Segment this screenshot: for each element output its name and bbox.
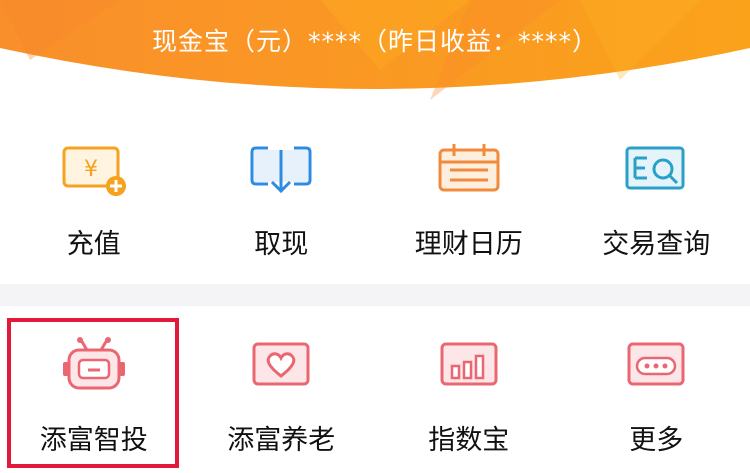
section-divider (0, 284, 750, 306)
quick-actions-row-1: ¥ 充值 取现 理财日历 交易查询 (0, 112, 750, 284)
financial-calendar-label: 理财日历 (414, 229, 523, 260)
quick-actions-row-2: 添富智投 添富养老 指数宝 更多 (0, 306, 750, 473)
recharge-icon: ¥ (62, 146, 126, 196)
smart-invest-button[interactable]: 添富智投 (0, 306, 188, 473)
retirement-button[interactable]: 添富养老 (188, 306, 376, 473)
recharge-label: 充值 (66, 229, 121, 260)
transaction-query-icon (625, 146, 685, 190)
more-label: 更多 (629, 425, 684, 456)
withdraw-button[interactable]: 取现 (188, 112, 376, 284)
withdraw-icon (250, 146, 312, 194)
more-icon (627, 342, 685, 386)
withdraw-label: 取现 (254, 229, 309, 260)
recharge-button[interactable]: ¥ 充值 (0, 112, 188, 284)
svg-text:¥: ¥ (84, 157, 98, 182)
cash-balance-banner[interactable]: 现金宝（元）****（昨日收益：****） (0, 0, 750, 110)
robot-icon (62, 337, 125, 390)
retirement-label: 添富养老 (227, 425, 336, 456)
smart-invest-label: 添富智投 (39, 425, 148, 456)
index-treasure-button[interactable]: 指数宝 (375, 306, 563, 473)
heart-card-icon (252, 342, 310, 386)
transaction-query-label: 交易查询 (602, 229, 711, 260)
banner-text: 现金宝（元）****（昨日收益：****） (151, 27, 598, 56)
index-treasure-label: 指数宝 (428, 425, 510, 456)
transaction-query-button[interactable]: 交易查询 (563, 112, 750, 284)
calendar-icon (438, 144, 500, 192)
financial-calendar-button[interactable]: 理财日历 (375, 112, 563, 284)
more-button[interactable]: 更多 (563, 306, 750, 473)
bar-chart-icon (440, 342, 498, 386)
